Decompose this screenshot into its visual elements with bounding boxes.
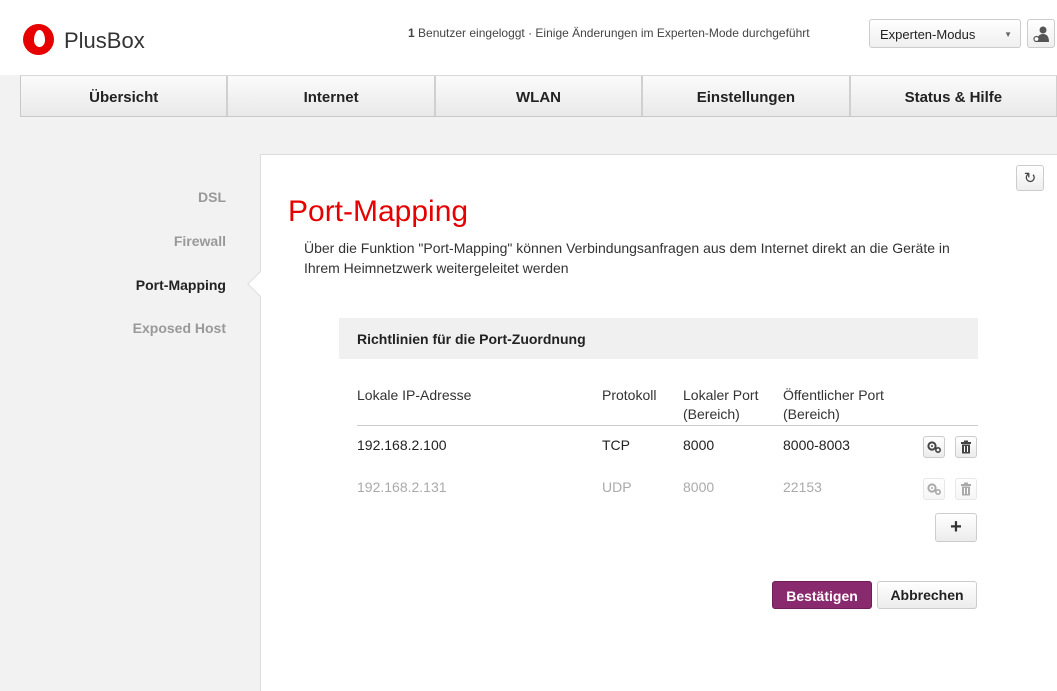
column-header-public-port: Öffentlicher Port (Bereich)	[783, 387, 884, 422]
page-title: Port-Mapping	[288, 195, 469, 228]
gears-icon	[927, 441, 941, 453]
chevron-down-icon: ▼	[1004, 30, 1012, 39]
column-header-protocol: Protokoll	[602, 387, 657, 403]
section-title: Richtlinien für die Port-Zuordnung	[339, 318, 978, 359]
column-header-ip: Lokale IP-Adresse	[357, 387, 472, 403]
logged-in-count: 1	[408, 26, 415, 40]
tab-einstellungen[interactable]: Einstellungen	[642, 76, 850, 116]
login-status: 1 Benutzer eingeloggt · Einige Änderunge…	[408, 26, 810, 40]
cell-public-port: 8000-8003	[783, 437, 850, 453]
tab-uebersicht[interactable]: Übersicht	[20, 76, 228, 116]
content-panel	[260, 154, 1057, 691]
confirm-button[interactable]: Bestätigen	[772, 581, 872, 609]
table-divider	[357, 425, 978, 426]
sidebar-item-firewall[interactable]: Firewall	[174, 233, 226, 249]
add-rule-button[interactable]: +	[935, 513, 977, 542]
sidebar-item-dsl[interactable]: DSL	[198, 189, 226, 205]
trash-icon	[961, 482, 971, 496]
undo-icon: ↻	[1023, 170, 1037, 187]
tab-status-hilfe[interactable]: Status & Hilfe	[849, 76, 1057, 116]
trash-icon	[961, 440, 971, 454]
sidebar-item-exposed-host[interactable]: Exposed Host	[133, 320, 226, 336]
header: PlusBox 1 Benutzer eingeloggt · Einige Ä…	[0, 0, 1057, 75]
user-button[interactable]	[1027, 19, 1055, 48]
cell-protocol: UDP	[602, 479, 632, 495]
column-header-local-port: Lokaler Port (Bereich)	[683, 387, 759, 422]
vodafone-logo-icon	[23, 24, 54, 55]
login-status-text: Benutzer eingeloggt · Einige Änderungen …	[414, 26, 810, 40]
tab-wlan[interactable]: WLAN	[434, 76, 643, 116]
user-icon	[1033, 26, 1049, 43]
main-nav: Übersicht Internet WLAN Einstellungen St…	[20, 75, 1057, 117]
cell-local-port: 8000	[683, 479, 715, 495]
mode-select[interactable]: Experten-Modus ▼	[869, 19, 1021, 48]
delete-rule-button[interactable]	[955, 478, 977, 500]
delete-rule-button[interactable]	[955, 436, 977, 458]
cell-protocol: TCP	[602, 437, 630, 453]
brand-name: PlusBox	[64, 28, 145, 53]
page-description: Über die Funktion "Port-Mapping" können …	[304, 240, 950, 276]
cancel-button[interactable]: Abbrechen	[877, 581, 977, 609]
plus-icon: +	[950, 516, 962, 538]
cell-ip: 192.168.2.131	[357, 479, 447, 495]
reset-button[interactable]: ↻	[1016, 165, 1044, 191]
cell-local-port: 8000	[683, 437, 715, 453]
sidebar-item-port-mapping[interactable]: Port-Mapping	[136, 277, 226, 293]
tab-internet[interactable]: Internet	[227, 76, 435, 116]
edit-rule-button[interactable]	[923, 478, 945, 500]
gears-icon	[927, 483, 941, 495]
cell-public-port: 22153	[783, 479, 822, 495]
mode-select-value: Experten-Modus	[880, 27, 976, 42]
edit-rule-button[interactable]	[923, 436, 945, 458]
cell-ip: 192.168.2.100	[357, 437, 447, 453]
